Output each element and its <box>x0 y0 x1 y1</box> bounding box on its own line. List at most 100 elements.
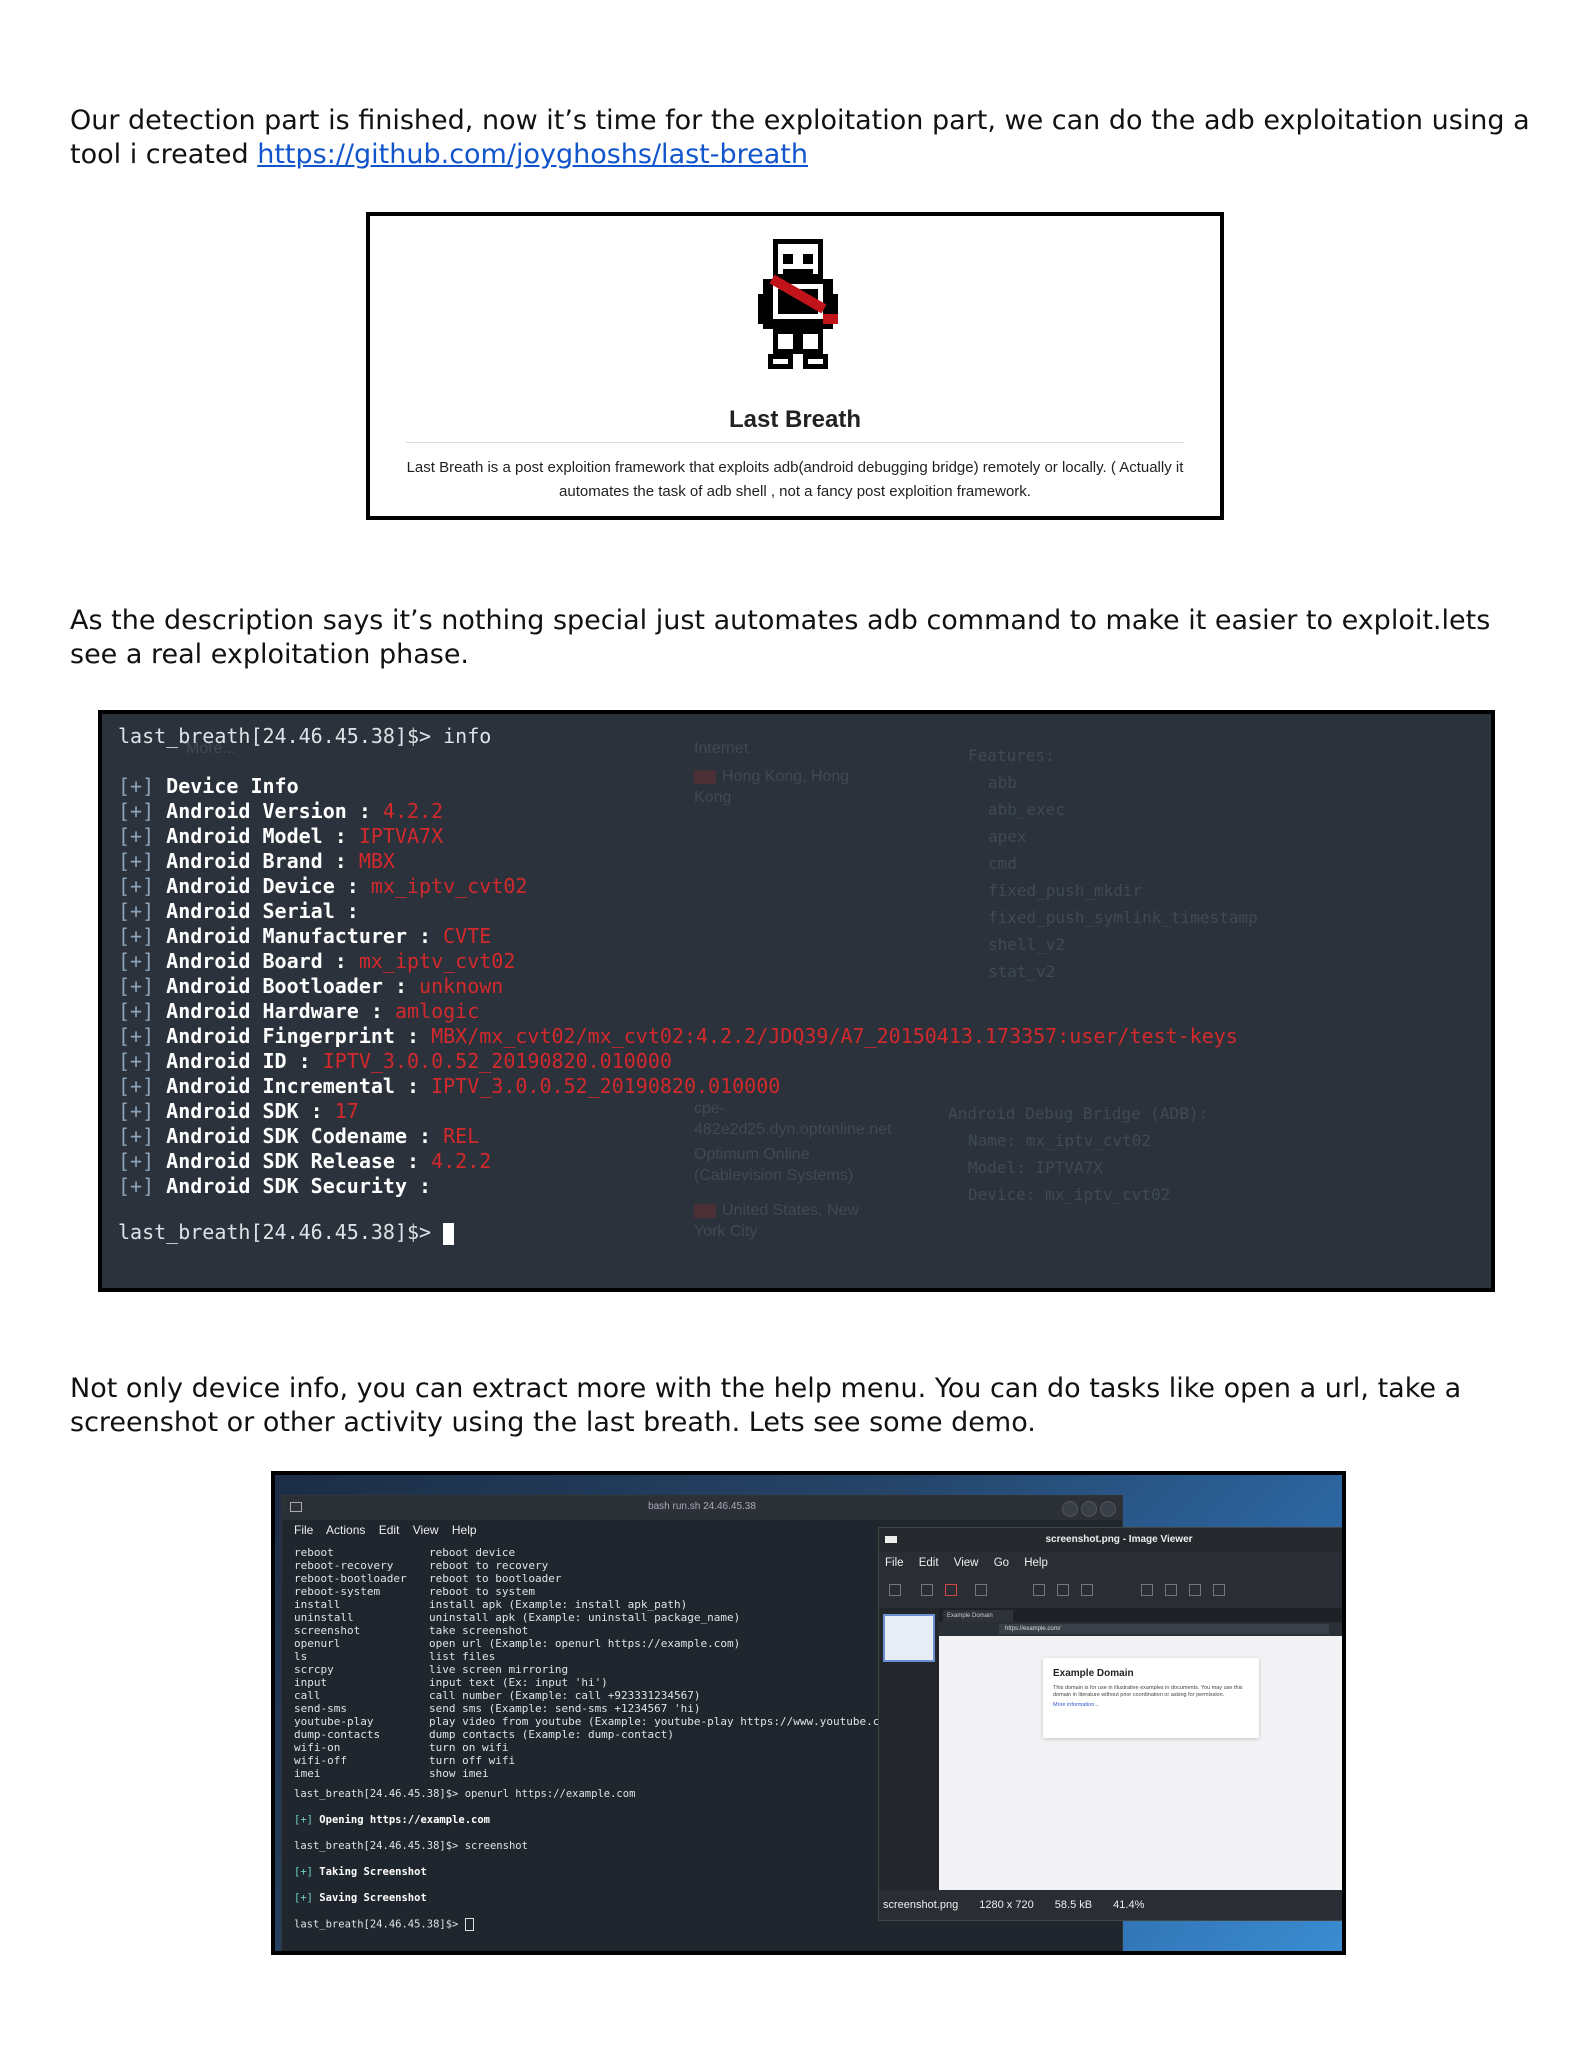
flag-icon <box>694 769 716 784</box>
terminal-titlebar: bash run.sh 24.46.45.38 <box>282 1496 1122 1520</box>
command-row: input input text (Ex: input 'hi') <box>294 1676 608 1689</box>
info-row: [+] Android SDK Release : 4.2.2 <box>118 1149 492 1173</box>
card-divider <box>406 442 1184 443</box>
image-viewer-window: screenshot.png - Image Viewer File Edit … <box>878 1527 1342 1921</box>
menu-view[interactable]: View <box>413 1523 439 1537</box>
ghost-feature: abb_exec <box>988 800 1066 819</box>
info-row: [+] Android Board : mx_iptv_cvt02 <box>118 949 516 973</box>
open-folder-icon[interactable] <box>889 1584 901 1596</box>
viewer-menu-help[interactable]: Help <box>1024 1557 1048 1569</box>
thumbnail[interactable] <box>883 1614 935 1662</box>
ghost-adb: Android Debug Bridge (ADB): Name: mx_ipt… <box>948 1100 1208 1208</box>
ghost-feature: stat_v2 <box>988 962 1056 981</box>
previous-icon[interactable] <box>1033 1584 1045 1596</box>
command-row: call call number (Example: call +92333123… <box>294 1689 701 1702</box>
info-row: [+] Android Bootloader : unknown <box>118 974 504 998</box>
info-row: [+] Android Incremental : IPTV_3.0.0.52_… <box>118 1074 781 1098</box>
intro-paragraph: Our detection part is finished, now it’s… <box>70 104 1530 172</box>
fullscreen-icon[interactable] <box>1213 1584 1225 1596</box>
command-row: reboot-bootloader reboot to bootloader <box>294 1572 562 1585</box>
screenshot-image: Example Domain https://example.com/ Exam… <box>939 1608 1342 1890</box>
example-domain-box: Example Domain This domain is for use in… <box>1043 1658 1259 1738</box>
example-heading: Example Domain <box>1053 1668 1134 1679</box>
ghost-feature: abb <box>988 773 1017 792</box>
ghost-feature: fixed_push_mkdir <box>988 881 1143 900</box>
minimize-icon[interactable] <box>1062 1501 1078 1517</box>
info-row: [+] Device Info <box>118 774 299 798</box>
ghost-feature: apex <box>988 827 1027 846</box>
command-row: screenshot take screenshot <box>294 1624 529 1637</box>
info-row: [+] Android Brand : MBX <box>118 849 395 873</box>
viewer-titlebar: screenshot.png - Image Viewer <box>879 1528 1342 1552</box>
ghost-feature: fixed_push_symlink_timestamp <box>988 908 1258 927</box>
info-row: [+] Android Version : 4.2.2 <box>118 799 444 823</box>
viewer-toolbar <box>879 1574 1342 1609</box>
card-title: Last Breath <box>728 406 862 433</box>
demo-paragraph: Not only device info, you can extract mo… <box>70 1373 1462 1438</box>
zoom-in-icon[interactable] <box>1141 1584 1153 1596</box>
command-row: uninstall uninstall apk (Example: uninsta… <box>294 1611 741 1624</box>
play-icon[interactable] <box>1057 1584 1069 1596</box>
viewer-menu-edit[interactable]: Edit <box>919 1557 939 1569</box>
ghost-feature: cmd <box>988 854 1017 873</box>
info-row: [+] Android Manufacturer : CVTE <box>118 924 492 948</box>
card-description: Last Breath is a post exploition framewo… <box>406 459 1184 500</box>
browser-tab: Example Domain <box>943 1610 1013 1622</box>
viewer-menubar: File Edit View Go Help <box>879 1552 1342 1574</box>
command-row: reboot reboot device <box>294 1546 516 1559</box>
prompt-line: last_breath[24.46.45.38]$> info <box>118 724 492 748</box>
command-row: dump-contacts dump contacts (Example: dum… <box>294 1728 675 1741</box>
info-row: [+] Android SDK : 17 <box>118 1099 359 1123</box>
info-row: [+] Android Model : IPTVA7X <box>118 824 444 848</box>
info-row: [+] Android Device : mx_iptv_cvt02 <box>118 874 528 898</box>
viewer-menu-view[interactable]: View <box>954 1557 979 1569</box>
viewer-menu-file[interactable]: File <box>885 1557 904 1569</box>
save-icon[interactable] <box>921 1584 933 1596</box>
session-out-1: [+] Opening https://example.com <box>294 1814 490 1826</box>
status-zoom: 41.4% <box>1113 1899 1145 1911</box>
viewer-menu-go[interactable]: Go <box>994 1557 1009 1569</box>
viewer-statusbar: screenshot.png 1280 x 720 58.5 kB 41.4% <box>879 1890 1342 1920</box>
ghost-location-2: United States, New York City <box>694 1202 859 1240</box>
ghost-host: cpe-482e2d25.dyn.optonline.net <box>694 1100 892 1138</box>
close-icon[interactable] <box>1100 1501 1116 1517</box>
final-prompt-line: last_breath[24.46.45.38]$> <box>118 1220 455 1245</box>
viewer-title: screenshot.png - Image Viewer <box>1045 1534 1193 1545</box>
info-row: [+] Android Fingerprint : MBX/mx_cvt02/m… <box>118 1024 1238 1048</box>
ghost-isp: Optimum Online (Cablevision Systems) <box>694 1146 854 1184</box>
fit-icon[interactable] <box>1189 1584 1201 1596</box>
info-row: [+] Android SDK Security : <box>118 1174 432 1198</box>
menu-file[interactable]: File <box>294 1523 313 1537</box>
next-icon[interactable] <box>1081 1584 1093 1596</box>
session-prompt: last_breath[24.46.45.38]$> <box>294 1918 474 1931</box>
command-row: install install apk (Example: install apk… <box>294 1598 688 1611</box>
window-buttons <box>1059 1501 1116 1520</box>
info-row: [+] Android SDK Codename : REL <box>118 1124 480 1148</box>
command-row: ls list files <box>294 1650 496 1663</box>
session-cmd-2: last_breath[24.46.45.38]$> screenshot <box>294 1840 528 1852</box>
ghost-adb-line: Name: mx_iptv_cvt02 <box>968 1131 1152 1150</box>
menu-help[interactable]: Help <box>452 1523 477 1537</box>
github-link[interactable]: https://github.com/joyghoshs/last-breath <box>257 139 808 170</box>
zoom-out-icon[interactable] <box>1165 1584 1177 1596</box>
command-row: openurl open url (Example: openurl https:… <box>294 1637 741 1650</box>
cursor <box>464 1918 474 1931</box>
example-text: This domain is for use in illustrative e… <box>1053 1685 1243 1698</box>
delete-icon[interactable] <box>945 1584 957 1596</box>
browser-tabbar: Example Domain <box>939 1608 1342 1622</box>
menu-edit[interactable]: Edit <box>379 1523 400 1537</box>
session-out-3: [+] Saving Screenshot <box>294 1892 427 1904</box>
example-link: More information... <box>1053 1702 1099 1708</box>
maximize-icon[interactable] <box>1081 1501 1097 1517</box>
terminal-title: bash run.sh 24.46.45.38 <box>648 1501 756 1512</box>
session-cmd-1: last_breath[24.46.45.38]$> openurl https… <box>294 1788 636 1800</box>
command-row: youtube-play play video from youtube (Exa… <box>294 1715 893 1728</box>
info-row: [+] Android ID : IPTV_3.0.0.52_20190820.… <box>118 1049 672 1073</box>
command-row: imei show imei <box>294 1767 489 1780</box>
edit-icon[interactable] <box>975 1584 987 1596</box>
command-row: reboot-system reboot to system <box>294 1585 535 1598</box>
browser-urlbar: https://example.com/ <box>939 1622 1342 1636</box>
menu-actions[interactable]: Actions <box>326 1523 365 1537</box>
status-filename: screenshot.png <box>883 1899 959 1911</box>
info-terminal-screenshot: More... Internet Hong Kong, Hong Kong Fe… <box>98 710 1495 1292</box>
